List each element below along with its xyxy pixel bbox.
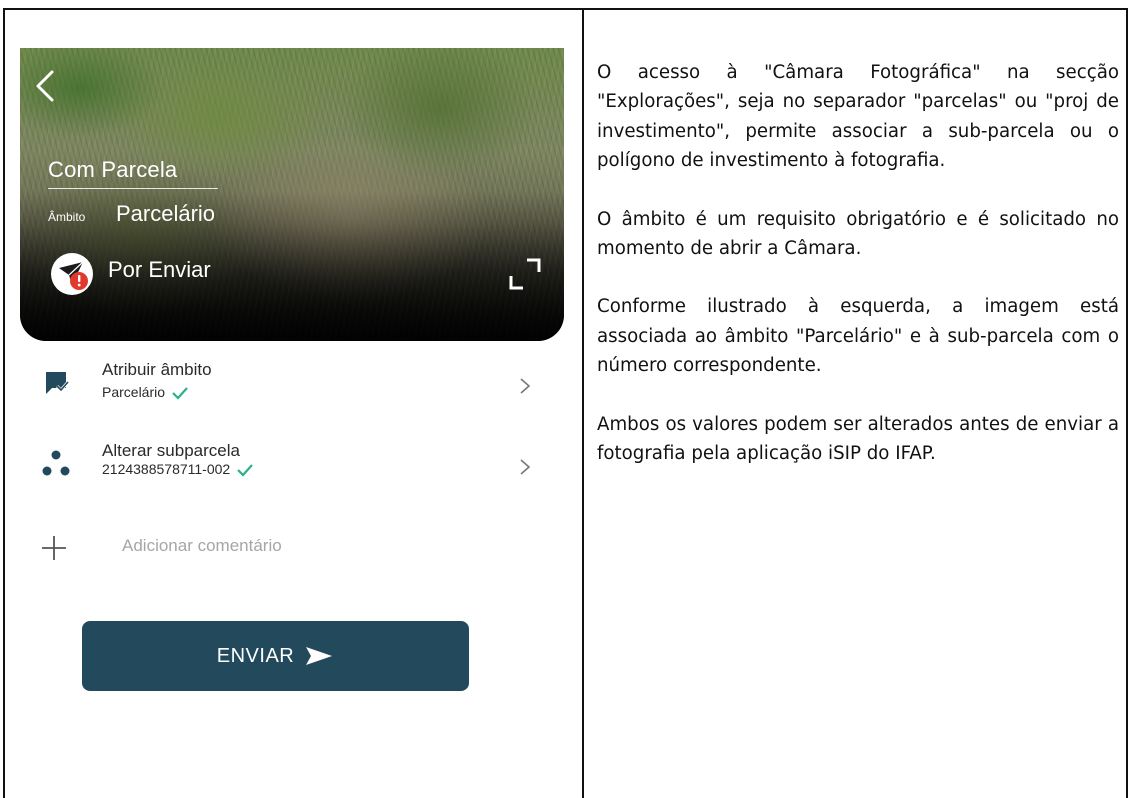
title-underline bbox=[48, 188, 218, 189]
column-divider bbox=[582, 8, 584, 798]
plus-icon bbox=[42, 536, 66, 560]
subparcel-number: 2124388578711-002 bbox=[102, 461, 254, 477]
chevron-right-icon bbox=[520, 459, 531, 475]
expand-icon[interactable] bbox=[507, 256, 543, 292]
assign-scope-row[interactable]: Atribuir âmbito Parcelário bbox=[40, 360, 560, 420]
add-comment-row[interactable]: Adicionar comentário bbox=[40, 530, 540, 566]
send-button-label: ENVIAR bbox=[216, 644, 295, 667]
scope-value: Parcelário bbox=[116, 201, 216, 226]
add-comment-placeholder: Adicionar comentário bbox=[122, 536, 282, 555]
back-chevron-icon[interactable] bbox=[30, 66, 60, 106]
assign-scope-title: Atribuir âmbito bbox=[102, 360, 212, 379]
paragraph: O âmbito é um requisito obrigatório e é … bbox=[597, 208, 1119, 260]
three-dots-icon bbox=[42, 450, 70, 476]
chevron-right-icon bbox=[520, 378, 531, 394]
photo-title: Com Parcela bbox=[48, 157, 178, 182]
paragraph: Ambos os valores podem ser alterados ant… bbox=[597, 413, 1119, 465]
check-icon bbox=[237, 464, 254, 477]
status-label: Por Enviar bbox=[108, 257, 211, 282]
change-subparcel-row[interactable]: Alterar subparcela 2124388578711-002 bbox=[40, 441, 560, 501]
check-icon bbox=[172, 387, 188, 400]
chat-check-icon bbox=[46, 372, 70, 394]
paragraph: O acesso à "Câmara Fotográfica" na secçã… bbox=[597, 62, 1119, 172]
photo-shade bbox=[20, 191, 564, 341]
send-arrow-icon bbox=[306, 647, 333, 665]
description-text: O acesso à "Câmara Fotográfica" na secçã… bbox=[597, 58, 1119, 497]
change-subparcel-title: Alterar subparcela bbox=[102, 441, 240, 460]
send-button[interactable]: ENVIAR bbox=[82, 621, 469, 691]
photo-preview: Com Parcela Âmbito Parcelário Por Enviar bbox=[20, 48, 564, 341]
paragraph: Conforme ilustrado à esquerda, a imagem … bbox=[597, 296, 1119, 377]
paper-plane-warning-icon bbox=[51, 253, 93, 295]
assign-scope-value: Parcelário bbox=[102, 384, 189, 400]
scope-label: Âmbito bbox=[48, 210, 86, 224]
